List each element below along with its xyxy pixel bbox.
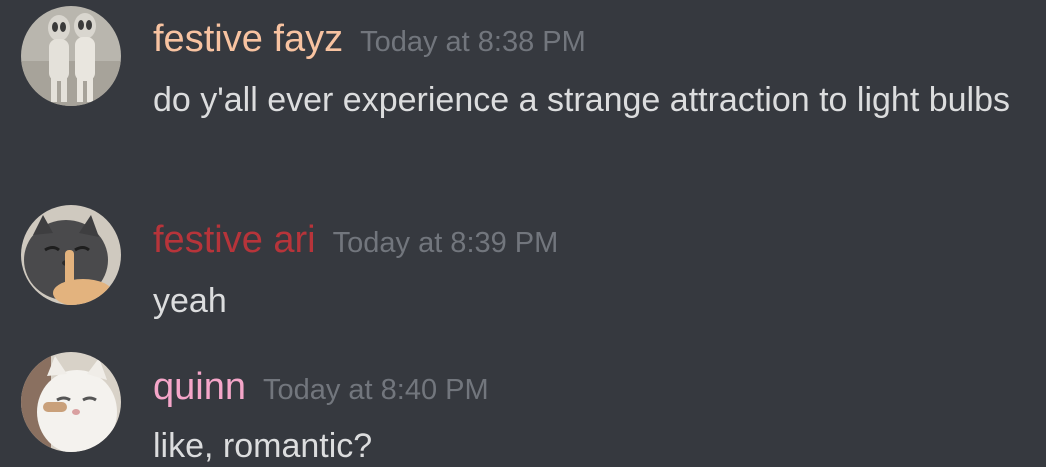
message-content: like, romantic? (153, 427, 373, 465)
timestamp: Today at 8:38 PM (360, 26, 586, 58)
username[interactable]: festive ari (153, 218, 316, 262)
message-content: yeah (153, 282, 227, 320)
message-content: do y'all ever experience a strange attra… (153, 81, 1010, 119)
username[interactable]: quinn (153, 365, 246, 409)
timestamp: Today at 8:39 PM (332, 227, 559, 259)
avatar[interactable] (21, 6, 121, 106)
white-cat-icon (21, 352, 121, 452)
username[interactable]: festive fayz (153, 17, 343, 61)
avatar[interactable] (21, 352, 121, 452)
avatar[interactable] (21, 205, 121, 305)
alien-figures-icon (21, 6, 121, 106)
grey-cat-icon (21, 205, 121, 305)
message-header: quinn Today at 8:40 PM (153, 365, 489, 409)
message-header: festive ari Today at 8:39 PM (153, 218, 558, 262)
timestamp: Today at 8:40 PM (262, 374, 489, 406)
message-header: festive fayz Today at 8:38 PM (153, 17, 586, 61)
